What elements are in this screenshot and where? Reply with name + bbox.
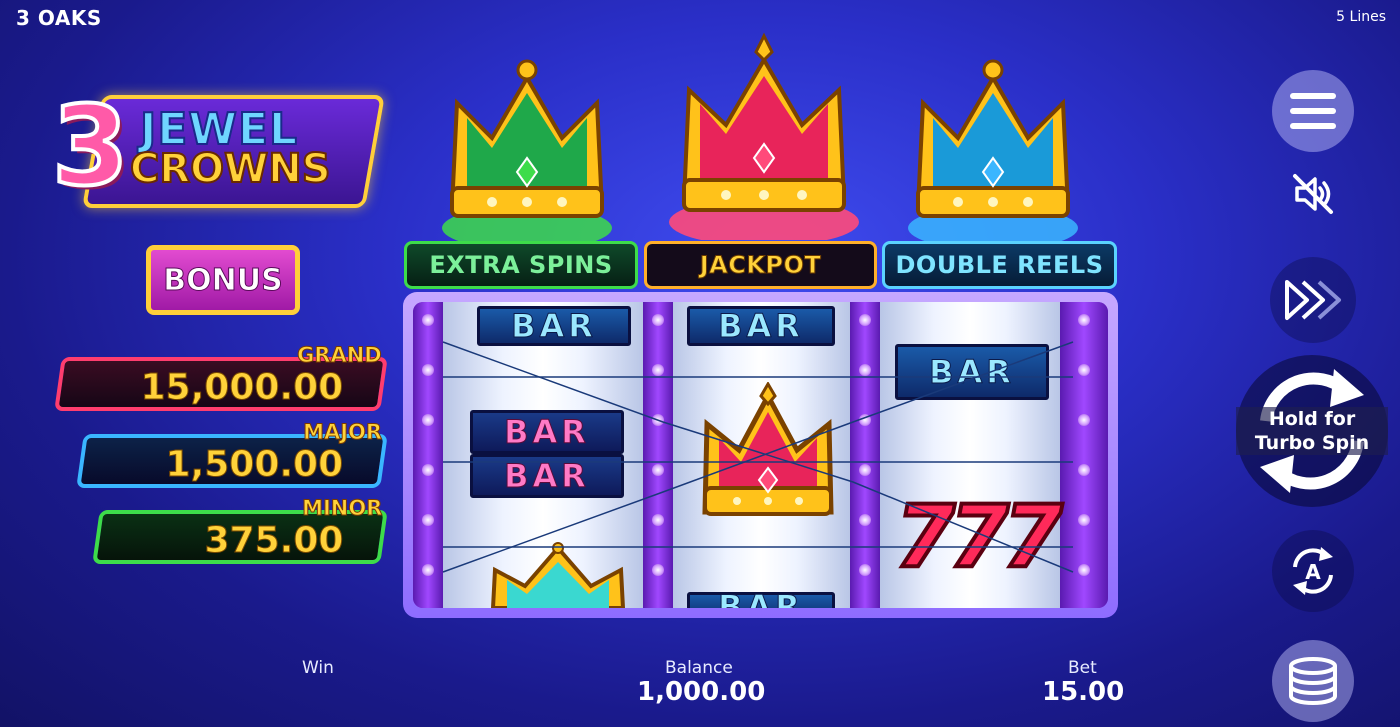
jackpot-grand-label: GRAND [297, 343, 383, 368]
jackpot-minor-label: MINOR [301, 496, 383, 521]
feature-jackpot: JACKPOT [644, 241, 877, 289]
win-label: Win [302, 658, 334, 678]
coins-icon [1289, 657, 1337, 705]
bar-symbol: BAR [470, 454, 624, 498]
bar-symbol: BAR [687, 588, 835, 608]
crown-icon [485, 542, 631, 608]
reel-divider [413, 302, 443, 608]
reels-frame: BAR BAR BAR BAR BAR BAR 777 [403, 292, 1118, 618]
jackpot-minor-value: 375.00 [204, 520, 344, 562]
pink-crown-icon [664, 30, 864, 240]
balance-value: 1,000.00 [637, 677, 766, 707]
jackpot-grand-value: 15,000.00 [140, 367, 344, 409]
bet-label: Bet [1068, 658, 1097, 678]
sound-button[interactable] [1284, 165, 1342, 223]
feature-double-reels: DOUBLE REELS [882, 241, 1117, 289]
jackpot-major-value: 1,500.00 [165, 444, 344, 486]
spin-hint-line1: Hold for [1268, 408, 1356, 430]
turbo-icon [1285, 280, 1341, 320]
seven-symbol: 777 [893, 485, 1065, 589]
bar-symbol: BAR [470, 410, 624, 454]
blue-crown-icon [898, 48, 1088, 248]
jackpot-minor: MINOR 375.00 [92, 496, 388, 564]
spin-hint: Hold for Turbo Spin [1236, 407, 1388, 455]
feature-extra-spins: EXTRA SPINS [404, 241, 638, 289]
provider-logo: 3 OAKS [16, 6, 102, 30]
bar-symbol: BAR [477, 306, 631, 346]
jackpot-grand: GRAND 15,000.00 [54, 343, 388, 411]
bet-value: 15.00 [1042, 677, 1125, 707]
bonus-button[interactable]: BONUS [146, 245, 300, 315]
spin-hint-line2: Turbo Spin [1254, 432, 1370, 454]
autoplay-button[interactable]: A [1272, 530, 1354, 612]
bar-symbol: BAR [895, 344, 1049, 400]
menu-button[interactable] [1272, 70, 1354, 152]
logo-number: 3 [50, 80, 131, 212]
crown-icon [693, 381, 843, 522]
sound-off-icon [1293, 174, 1333, 214]
reel-divider [850, 302, 880, 608]
green-crown-icon [432, 48, 622, 248]
balance-label: Balance [665, 658, 733, 678]
autoplay-icon: A [1293, 547, 1333, 595]
menu-icon [1290, 93, 1336, 129]
game-logo: 3 JEWEL CROWNS [50, 80, 385, 212]
reels-area: BAR BAR BAR BAR BAR BAR 777 [413, 302, 1108, 608]
reel-divider [1060, 302, 1108, 608]
reel-divider [643, 302, 673, 608]
bar-symbol: BAR [687, 306, 835, 346]
jackpot-major: MAJOR 1,500.00 [76, 420, 388, 488]
jackpot-major-label: MAJOR [303, 420, 383, 445]
spin-button[interactable]: Hold for Turbo Spin [1236, 355, 1388, 507]
logo-title-line2: CROWNS [129, 145, 332, 193]
lines-count: 5 Lines [1336, 9, 1386, 25]
bet-settings-button[interactable] [1272, 640, 1354, 722]
turbo-button[interactable] [1270, 257, 1356, 343]
autoplay-letter: A [1305, 560, 1321, 584]
